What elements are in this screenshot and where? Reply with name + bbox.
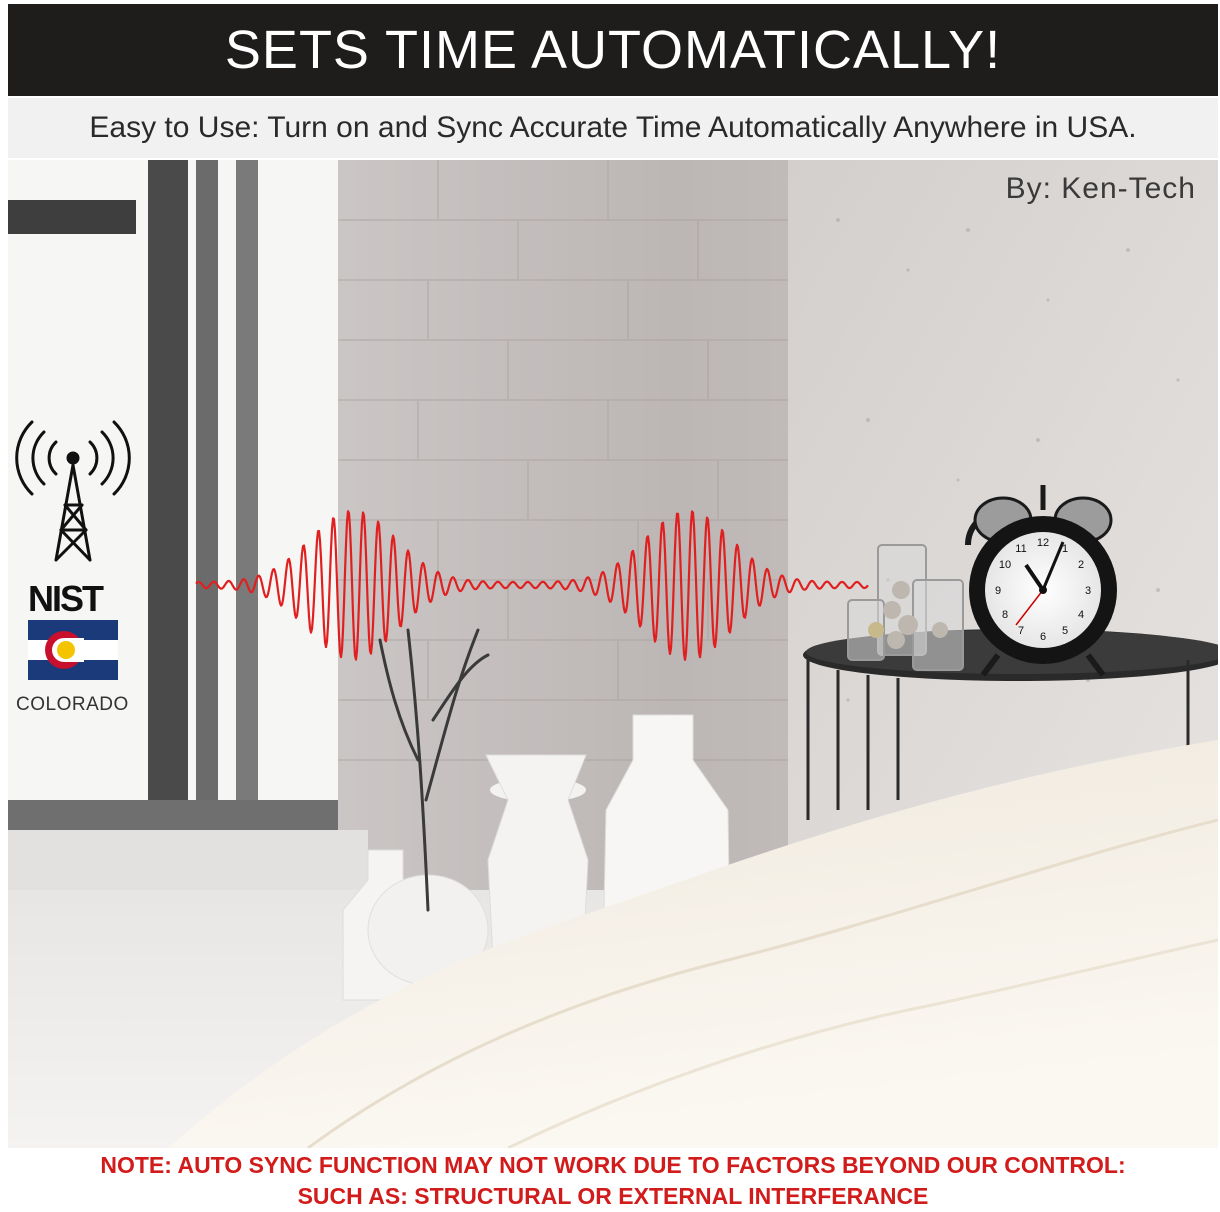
disclaimer-line-1: NOTE: AUTO SYNC FUNCTION MAY NOT WORK DU… bbox=[100, 1152, 1126, 1178]
clock-numeral: 12 bbox=[1037, 537, 1049, 549]
clock-numeral: 10 bbox=[999, 559, 1011, 571]
subtitle-banner: Easy to Use: Turn on and Sync Accurate T… bbox=[8, 98, 1218, 158]
clock-numeral: 4 bbox=[1078, 609, 1084, 621]
headline-text: SETS TIME AUTOMATICALLY! bbox=[224, 20, 1002, 80]
clock-numeral: 5 bbox=[1062, 625, 1068, 637]
product-image: SETS TIME AUTOMATICALLY! Easy to Use: Tu… bbox=[0, 0, 1220, 1212]
brand-byline: By: Ken-Tech bbox=[1005, 172, 1196, 205]
clock-numeral: 7 bbox=[1018, 625, 1024, 637]
nist-logo: NIST bbox=[28, 578, 104, 619]
headline-banner: SETS TIME AUTOMATICALLY! bbox=[8, 4, 1218, 96]
disclaimer-note: NOTE: AUTO SYNC FUNCTION MAY NOT WORK DU… bbox=[8, 1150, 1218, 1212]
bedroom-scene: 12 1 2 3 4 5 6 7 8 9 10 11 bbox=[8, 160, 1218, 1148]
disclaimer-line-2: SUCH AS: STRUCTURAL OR EXTERNAL INTERFER… bbox=[297, 1183, 929, 1209]
colorado-flag-icon bbox=[28, 620, 118, 680]
bedroom-illustration: 12 1 2 3 4 5 6 7 8 9 10 11 bbox=[8, 160, 1218, 1148]
subtitle-text: Easy to Use: Turn on and Sync Accurate T… bbox=[89, 111, 1137, 144]
state-label: COLORADO bbox=[16, 694, 129, 715]
clock-numeral: 8 bbox=[1002, 609, 1008, 621]
clock-numeral: 6 bbox=[1040, 631, 1046, 643]
clock-numeral: 2 bbox=[1078, 559, 1084, 571]
clock-numeral: 11 bbox=[1015, 543, 1026, 555]
clock-numeral: 9 bbox=[995, 585, 1001, 597]
clock-numeral: 1 bbox=[1062, 543, 1068, 555]
clock-numeral: 3 bbox=[1085, 585, 1091, 597]
